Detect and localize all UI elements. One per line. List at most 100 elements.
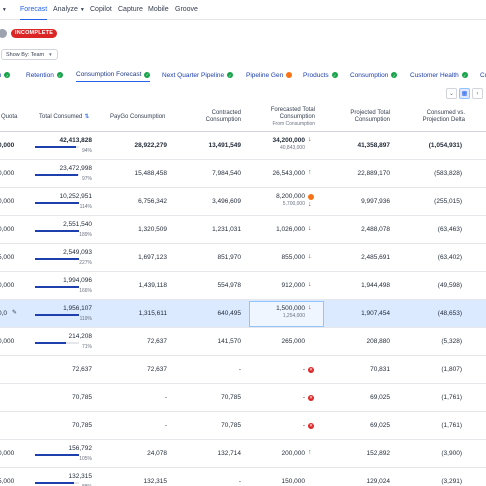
tab-consumption-forecast[interactable]: Consumption Forecast ✓ xyxy=(76,68,151,82)
col-paygo[interactable]: PayGo Consumption xyxy=(110,114,165,121)
tab-bar: m✓Retention✓Consumption Forecast✓Next Qu… xyxy=(0,68,486,82)
col-forecasted[interactable]: Forecasted Total Consumption From Consum… xyxy=(255,107,315,128)
forecast-cell: - xyxy=(302,366,305,373)
quota-cell: 5,000 xyxy=(0,254,15,261)
forecast-sub-value: 40,843,000 xyxy=(279,145,305,151)
col-delta[interactable]: Consumed vs. Projection Delta xyxy=(405,110,465,124)
col-total-consumed[interactable]: Total Consumed ⇅ xyxy=(39,114,94,121)
table-row[interactable]: 0,000 10,252,951 114% 6,756,342 3,496,609 8,2… xyxy=(0,188,486,216)
total-consumed-cell: 214,208 xyxy=(68,333,93,340)
quota-cell: 0,000 xyxy=(0,170,15,177)
col-projected-l2: Consumption xyxy=(354,117,390,123)
forecast-sub-value: 1,254,000 xyxy=(282,313,305,319)
arrow-down-icon: ↓ xyxy=(308,201,312,208)
delta-cell: (49,598) xyxy=(437,282,462,289)
chevron-down-icon: ▼ xyxy=(1,6,7,13)
tab-products[interactable]: Products ✓ xyxy=(303,68,338,82)
table-row[interactable]: 5,000132,31588%132,315-150,000129,024(3,… xyxy=(0,468,486,486)
nav-item-forecast[interactable]: Forecast xyxy=(20,0,48,20)
forecast-cell: 265,000 xyxy=(281,338,306,345)
total-consumed-cell: 72,637 xyxy=(72,366,92,373)
total-consumed-cell: 2,551,540 xyxy=(63,221,92,228)
projected-cell: 9,997,936 xyxy=(361,198,390,205)
tab-label: Customer Health xyxy=(410,71,459,79)
paygo-cell: 15,488,458 xyxy=(134,170,167,177)
status-dot-icon xyxy=(0,28,7,38)
paygo-cell: 132,315 xyxy=(143,478,168,485)
col-contracted-l1: Contracted xyxy=(211,110,241,116)
col-contracted-l2: Consumption xyxy=(205,117,241,123)
paygo-cell: 6,756,342 xyxy=(138,198,167,205)
tab-consumption[interactable]: Consumption ✓ xyxy=(350,68,398,82)
chevron-left-icon[interactable]: ‹ xyxy=(472,88,483,99)
table-row[interactable]: 5,000 2,549,093 227% 1,697,123 851,970 855,00… xyxy=(0,244,486,272)
table-row[interactable]: 0,000 156,792 105% 24,078 132,714 200,000↑ 152… xyxy=(0,440,486,468)
projected-cell: 1,944,498 xyxy=(361,282,390,289)
arrow-up-icon: ↑ xyxy=(308,449,312,456)
nav-item-label: Copilot xyxy=(90,5,112,13)
nav-item-copilot[interactable]: Copilot xyxy=(90,0,112,20)
total-consumed-cell: 42,413,828 xyxy=(59,137,92,144)
chevron-down-icon: ▼ xyxy=(48,52,53,57)
forecast-cell: - xyxy=(302,422,305,429)
col-quota[interactable]: Quota xyxy=(1,114,17,121)
contracted-cell: 132,714 xyxy=(217,450,242,457)
nav-item-et[interactable]: et▼ xyxy=(0,0,7,20)
table-row[interactable]: -72,63772,637--✕70,831(1,807) xyxy=(0,356,486,384)
contracted-cell: - xyxy=(238,478,241,485)
nav-item-label: Forecast xyxy=(20,5,48,13)
table-row[interactable]: -70,785-70,785-✕69,025(1,761) xyxy=(0,412,486,440)
nav-item-label: Mobile xyxy=(148,5,169,13)
table-row[interactable]: 0,000 23,472,998 97% 15,488,458 7,984,540 26,… xyxy=(0,160,486,188)
tab-m[interactable]: m✓ xyxy=(0,68,11,82)
nav-item-capture[interactable]: Capture xyxy=(118,0,143,20)
check-circle-icon: ✓ xyxy=(56,72,63,78)
check-circle-icon: ✓ xyxy=(144,71,151,78)
check-circle-icon: ✓ xyxy=(331,72,338,78)
show-by-dropdown[interactable]: Show By: Team ▼ xyxy=(1,49,58,60)
quota-cell: - xyxy=(0,422,20,429)
chevron-down-icon[interactable]: ⌄ xyxy=(446,88,457,99)
nav-item-mobile[interactable]: Mobile xyxy=(148,0,169,20)
delta-cell: (3,291) xyxy=(441,478,462,485)
table-row[interactable]: 0,000 2,551,540 189% 1,320,509 1,231,031 1,02… xyxy=(0,216,486,244)
table-row[interactable]: 0,000 42,413,828 94% 28,922,279 13,491,549 34… xyxy=(0,132,486,160)
arrow-down-icon: ↓ xyxy=(308,225,312,232)
tab-label: Cu xyxy=(480,71,486,79)
contracted-cell: 554,978 xyxy=(217,282,242,289)
paygo-cell: 72,637 xyxy=(147,338,167,345)
contracted-cell: 13,491,549 xyxy=(208,142,241,149)
tab-pipeline-gen[interactable]: Pipeline Gen xyxy=(246,68,293,82)
delta-cell: (63,402) xyxy=(437,254,462,261)
status-row: INCOMPLETE xyxy=(0,27,58,39)
quota-cell: 0,000 xyxy=(0,450,15,457)
nav-item-groove[interactable]: Groove xyxy=(175,0,198,20)
calendar-icon[interactable]: ▦ xyxy=(459,88,470,99)
col-projected[interactable]: Projected Total Consumption xyxy=(330,110,390,124)
arrow-down-icon: ↓ xyxy=(308,253,312,260)
table-row[interactable]: -70,785-70,785-✕69,025(1,761) xyxy=(0,384,486,412)
table-row[interactable]: 0,0✎1,956,107119%1,315,611640,4951,500,0… xyxy=(0,300,486,328)
tab-next-quarter-pipeline[interactable]: Next Quarter Pipeline ✓ xyxy=(162,68,234,82)
table-row[interactable]: 0,000 214,208 71% 72,637 141,570 265,000 208,8… xyxy=(0,328,486,356)
projected-cell: 1,907,454 xyxy=(361,310,390,317)
tab-retention[interactable]: Retention ✓ xyxy=(26,68,63,82)
percent-label: 97% xyxy=(81,176,92,182)
delta-cell: (1,807) xyxy=(441,366,462,373)
tab-cu[interactable]: Cu xyxy=(480,68,486,82)
paygo-cell: - xyxy=(164,394,167,401)
table-row[interactable]: 0,000 1,994,096 166% 1,439,118 554,978 912,00… xyxy=(0,272,486,300)
delta-cell: (48,653) xyxy=(437,310,462,317)
col-forecasted-l2: Consumption xyxy=(279,114,315,120)
projected-cell: 69,025 xyxy=(370,422,390,429)
total-consumed-cell: 132,315 xyxy=(68,473,93,480)
tab-customer-health[interactable]: Customer Health ✓ xyxy=(410,68,468,82)
tab-label: Retention xyxy=(26,71,54,79)
pencil-icon[interactable]: ✎ xyxy=(12,309,17,316)
nav-item-analyze[interactable]: Analyze ▼ xyxy=(53,0,85,20)
forecast-cell: 150,000 xyxy=(281,478,306,485)
col-forecasted-l1: Forecasted Total xyxy=(270,107,315,113)
col-contracted[interactable]: Contracted Consumption xyxy=(185,110,241,124)
sort-icon[interactable]: ⇅ xyxy=(84,114,89,120)
col-forecasted-sub: From Consumption xyxy=(272,121,315,127)
